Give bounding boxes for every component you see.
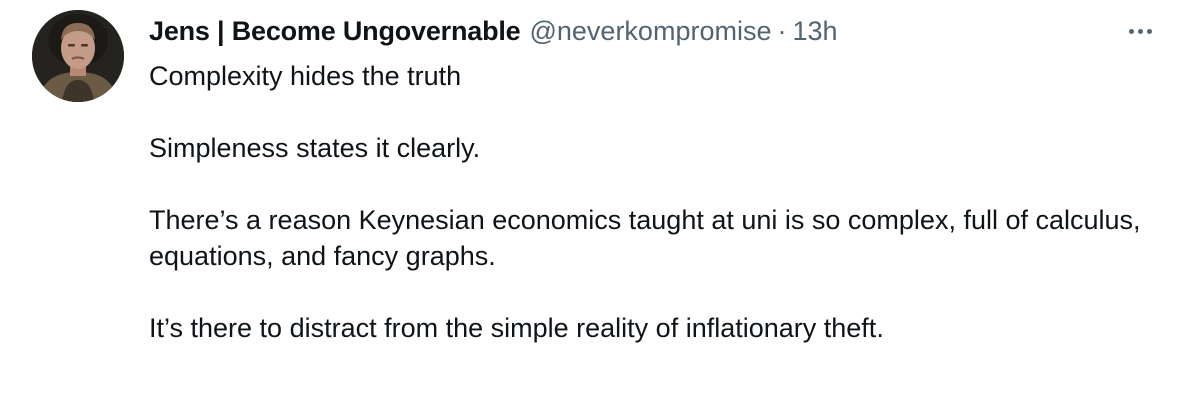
ellipsis-icon: [1137, 28, 1143, 34]
more-options-button[interactable]: [1122, 16, 1158, 46]
ellipsis-icon: [1128, 28, 1134, 34]
tweet-paragraph: There’s a reason Keynesian economics tau…: [149, 205, 1141, 271]
user-handle[interactable]: @neverkompromise: [529, 14, 771, 48]
tweet-paragraph: It’s there to distract from the simple r…: [149, 313, 884, 343]
tweet-text: Complexity hides the truth Simpleness st…: [149, 58, 1159, 346]
ellipsis-icon: [1146, 28, 1152, 34]
separator-dot: ·: [777, 16, 787, 46]
tweet-paragraph: Complexity hides the truth: [149, 61, 462, 91]
tweet-card: Jens | Become Ungovernable @neverkomprom…: [0, 0, 1182, 402]
tweet-paragraph: Simpleness states it clearly.: [149, 133, 481, 163]
timestamp[interactable]: 13h: [792, 14, 837, 48]
avatar[interactable]: [32, 10, 124, 102]
display-name[interactable]: Jens | Become Ungovernable: [149, 14, 521, 48]
profile-photo-icon: [32, 10, 124, 102]
tweet-header: Jens | Become Ungovernable @neverkomprom…: [149, 14, 838, 48]
